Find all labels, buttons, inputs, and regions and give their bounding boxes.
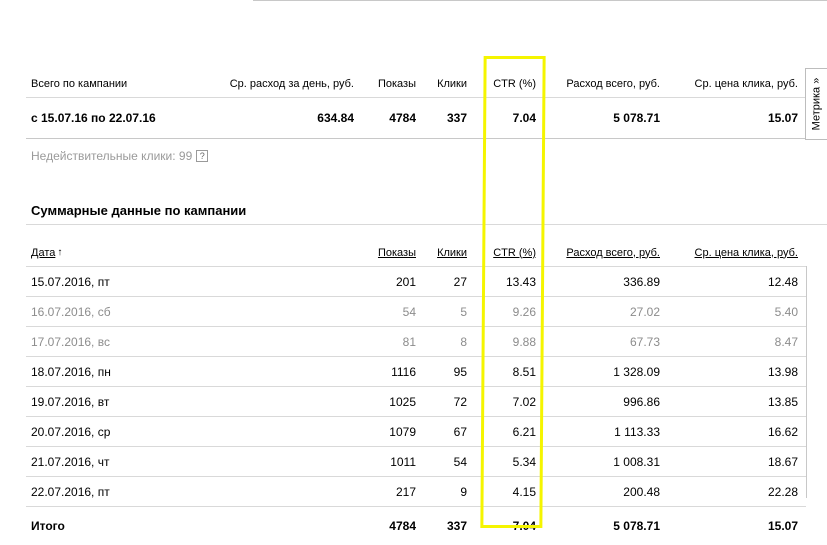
row-cpc: 5.40: [774, 304, 798, 319]
table-right-border: [806, 266, 807, 498]
metrika-label: Метрика »: [810, 77, 823, 131]
summary-header-row: Всего по кампании Ср. расход за день, ру…: [26, 70, 806, 98]
table-row: 22.07.2016, пт 217 9 4.15 200.48 22.28: [26, 477, 806, 507]
daily-rows: 15.07.2016, пт 201 27 13.43 336.89 12.48 16.07…: [26, 267, 806, 507]
row-spend: 27.02: [629, 304, 660, 319]
sort-by-spend-link[interactable]: Расход всего, руб.: [566, 247, 660, 259]
row-date: 18.07.2016, пн: [31, 364, 111, 379]
row-spend: 1 008.31: [613, 454, 660, 469]
metrika-tab[interactable]: Метрика »: [805, 68, 827, 140]
row-date: 22.07.2016, пт: [31, 484, 110, 499]
daily-table: Дата ↑ Показы Клики CTR (%) Расход всего…: [26, 239, 806, 545]
invalid-clicks: Недействительные клики: 99 ?: [31, 149, 209, 163]
row-date: 15.07.2016, пт: [31, 274, 110, 289]
row-date: 17.07.2016, вс: [31, 334, 110, 349]
summary-row: с 15.07.16 по 22.07.16 634.84 4784 337 7…: [26, 98, 806, 139]
sort-by-cpc-link[interactable]: Ср. цена клика, руб.: [695, 247, 798, 259]
summary-total-spend: 5 078.71: [613, 111, 660, 125]
row-cpc: 13.85: [767, 394, 798, 409]
row-date: 21.07.2016, чт: [31, 454, 110, 469]
summary-clicks: 337: [446, 111, 467, 125]
row-cpc: 16.62: [767, 424, 798, 439]
row-clicks: 67: [453, 424, 467, 439]
table-row: 18.07.2016, пн 1116 95 8.51 1 328.09 13.98: [26, 357, 806, 387]
total-label: Итого: [31, 519, 65, 533]
sort-by-date-link[interactable]: Дата: [31, 247, 55, 259]
section-divider: [26, 224, 827, 225]
row-spend: 336.89: [623, 274, 660, 289]
row-cpc: 18.67: [767, 454, 798, 469]
row-impressions: 201: [395, 274, 416, 289]
summary-header-total-spend: Расход всего, руб.: [566, 77, 660, 90]
summary-header-clicks: Клики: [437, 77, 467, 90]
total-spend: 5 078.71: [613, 519, 660, 533]
row-impressions: 1079: [389, 424, 416, 439]
invalid-clicks-label: Недействительные клики: 99: [31, 149, 193, 163]
daily-header-date[interactable]: Дата ↑: [31, 239, 62, 266]
total-clicks: 337: [446, 519, 467, 533]
row-spend: 1 113.33: [614, 424, 660, 439]
summary-header-impressions: Показы: [377, 77, 416, 90]
row-clicks: 5: [460, 304, 467, 319]
row-clicks: 95: [453, 364, 467, 379]
ctr-highlight-box: [480, 56, 546, 528]
sort-asc-icon: ↑: [57, 247, 63, 258]
row-date: 16.07.2016, сб: [31, 304, 111, 319]
summary-period: с 15.07.16 по 22.07.16: [31, 111, 156, 125]
table-row: 15.07.2016, пт 201 27 13.43 336.89 12.48: [26, 267, 806, 297]
sort-by-clicks-link[interactable]: Клики: [437, 247, 467, 259]
row-clicks: 27: [453, 274, 467, 289]
summary-table: Всего по кампании Ср. расход за день, ру…: [26, 70, 806, 139]
row-cpc: 12.48: [767, 274, 798, 289]
row-impressions: 54: [402, 304, 416, 319]
table-row: 21.07.2016, чт 1011 54 5.34 1 008.31 18.67: [26, 447, 806, 477]
summary-header-avg-cpc: Ср. цена клика, руб.: [694, 77, 798, 90]
row-impressions: 1011: [390, 454, 416, 469]
sort-by-impressions-link[interactable]: Показы: [378, 247, 416, 259]
summary-impressions: 4784: [389, 111, 416, 125]
table-row: 17.07.2016, вс 81 8 9.88 67.73 8.47: [26, 327, 806, 357]
row-spend: 996.86: [623, 394, 660, 409]
row-impressions: 217: [395, 484, 416, 499]
row-clicks: 72: [453, 394, 467, 409]
help-icon[interactable]: ?: [196, 150, 209, 162]
total-impressions: 4784: [389, 519, 416, 533]
section-title: Суммарные данные по кампании: [31, 203, 247, 218]
row-impressions: 1025: [389, 394, 416, 409]
summary-avg-cpc: 15.07: [767, 111, 798, 125]
row-clicks: 54: [453, 454, 467, 469]
table-row: 20.07.2016, ср 1079 67 6.21 1 113.33 16.62: [26, 417, 806, 447]
summary-header-campaign: Всего по кампании: [31, 77, 128, 90]
row-clicks: 8: [460, 334, 467, 349]
row-impressions: 1116: [391, 364, 416, 379]
top-divider: [253, 0, 827, 1]
row-spend: 1 328.09: [613, 364, 660, 379]
row-date: 19.07.2016, вт: [31, 394, 110, 409]
row-cpc: 8.47: [774, 334, 798, 349]
row-cpc: 13.98: [767, 364, 798, 379]
row-spend: 200.48: [623, 484, 660, 499]
daily-header-row: Дата ↑ Показы Клики CTR (%) Расход всего…: [26, 239, 806, 267]
row-cpc: 22.28: [767, 484, 798, 499]
total-row: Итого 4784 337 7.04 5 078.71 15.07: [26, 507, 806, 545]
table-row: 16.07.2016, сб 54 5 9.26 27.02 5.40: [26, 297, 806, 327]
row-clicks: 9: [460, 484, 467, 499]
summary-avg-day-spend: 634.84: [317, 111, 354, 125]
total-cpc: 15.07: [767, 519, 798, 533]
row-date: 20.07.2016, ср: [31, 424, 111, 439]
row-spend: 67.73: [629, 334, 660, 349]
summary-header-avg-day-spend: Ср. расход за день, руб.: [229, 77, 354, 90]
table-row: 19.07.2016, вт 1025 72 7.02 996.86 13.85: [26, 387, 806, 417]
row-impressions: 81: [402, 334, 416, 349]
